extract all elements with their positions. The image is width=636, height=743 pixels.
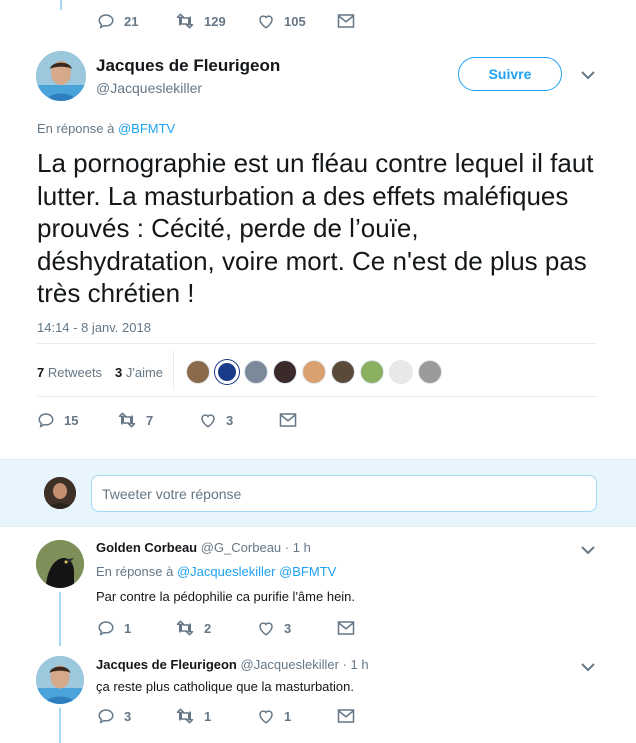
reply-author-handle[interactable]: @Jacqueslekiller bbox=[241, 657, 339, 672]
retweet-icon bbox=[176, 13, 194, 29]
like-button[interactable]: 3 bbox=[199, 411, 233, 429]
liker-avatars bbox=[186, 360, 447, 384]
thread-connector bbox=[59, 592, 61, 646]
reply-header: Jacques de Fleurigeon @Jacqueslekiller ·… bbox=[96, 657, 369, 672]
divider bbox=[37, 343, 597, 344]
retweet-count: 2 bbox=[204, 620, 212, 636]
tweet-text: La pornographie est un fléau contre lequ… bbox=[37, 148, 594, 308]
reply-button[interactable]: 3 bbox=[97, 707, 131, 725]
like-count: 1 bbox=[284, 708, 292, 724]
retweet-count: 7 bbox=[146, 412, 154, 428]
thread-connector bbox=[59, 708, 61, 743]
retweet-button[interactable]: 1 bbox=[175, 707, 211, 725]
dm-button[interactable] bbox=[337, 13, 355, 29]
likes-stat[interactable]: 3 J'aime bbox=[115, 365, 163, 380]
retweet-icon bbox=[176, 620, 194, 636]
heart-icon bbox=[259, 710, 273, 724]
chevron-down-icon[interactable] bbox=[580, 660, 596, 678]
reply-icon bbox=[38, 413, 54, 428]
reply-author-avatar[interactable] bbox=[36, 540, 84, 588]
dm-button[interactable] bbox=[337, 708, 355, 724]
reply-author-name[interactable]: Golden Corbeau bbox=[96, 540, 197, 555]
reply-count: 15 bbox=[64, 412, 79, 428]
reply-to-link[interactable]: @BFMTV bbox=[279, 564, 336, 579]
likes-stat-count: 3 bbox=[115, 365, 123, 380]
likes-stat-label: J'aime bbox=[125, 365, 164, 380]
reply-header: Golden Corbeau @G_Corbeau · 1 h bbox=[96, 540, 311, 555]
reply-input[interactable]: Tweeter votre réponse bbox=[91, 475, 597, 512]
envelope-icon bbox=[279, 413, 297, 427]
reply-text: Par contre la pédophilie ca purifie l'âm… bbox=[96, 589, 356, 604]
retweet-icon bbox=[118, 412, 136, 428]
heart-icon bbox=[259, 622, 273, 636]
heart-icon bbox=[259, 15, 273, 29]
liker-avatar[interactable] bbox=[418, 360, 442, 384]
thread-connector bbox=[60, 0, 62, 10]
retweet-count: 129 bbox=[204, 13, 226, 29]
reply-count: 3 bbox=[124, 708, 132, 724]
like-button[interactable]: 105 bbox=[257, 12, 306, 30]
retweet-button[interactable]: 7 bbox=[117, 411, 153, 429]
reply-author-avatar[interactable] bbox=[36, 656, 84, 704]
reply-icon bbox=[98, 14, 114, 29]
reply-time[interactable]: · 1 h bbox=[343, 657, 369, 672]
like-button[interactable]: 1 bbox=[257, 707, 291, 725]
envelope-icon bbox=[337, 621, 355, 635]
reply-prefix: En réponse à bbox=[96, 564, 174, 579]
liker-avatar[interactable] bbox=[389, 360, 413, 384]
heart-icon bbox=[201, 414, 215, 428]
envelope-icon bbox=[337, 709, 355, 723]
like-count: 3 bbox=[284, 620, 292, 636]
envelope-icon bbox=[337, 14, 355, 28]
reply-to-link[interactable]: @Jacqueslekiller bbox=[177, 564, 275, 579]
reply-composer: Tweeter votre réponse bbox=[0, 459, 636, 527]
like-count: 3 bbox=[226, 412, 234, 428]
retweet-icon bbox=[176, 708, 194, 724]
reply-input-placeholder: Tweeter votre réponse bbox=[102, 486, 242, 502]
retweets-stat[interactable]: 7 Retweets bbox=[37, 365, 102, 380]
author-name[interactable]: Jacques de Fleurigeon bbox=[96, 56, 280, 76]
liker-avatar[interactable] bbox=[244, 360, 268, 384]
current-user-avatar[interactable] bbox=[44, 477, 76, 509]
retweet-button[interactable]: 129 bbox=[175, 12, 226, 30]
stats-separator bbox=[173, 350, 174, 390]
reply-icon bbox=[98, 709, 114, 724]
like-button[interactable]: 3 bbox=[257, 619, 291, 637]
dm-button[interactable] bbox=[337, 620, 355, 636]
reply-icon bbox=[98, 621, 114, 636]
reply-prefix: En réponse à bbox=[37, 121, 115, 136]
follow-button[interactable]: Suivre bbox=[458, 57, 562, 91]
reply-button[interactable]: 21 bbox=[97, 12, 138, 30]
liker-avatar[interactable] bbox=[302, 360, 326, 384]
reply-count: 1 bbox=[124, 620, 132, 636]
reply-context: En réponse à @BFMTV bbox=[37, 121, 175, 136]
liker-avatar[interactable] bbox=[215, 360, 239, 384]
follow-label: Suivre bbox=[488, 66, 532, 82]
author-handle[interactable]: @Jacqueslekiller bbox=[96, 80, 202, 96]
reply-button[interactable]: 1 bbox=[97, 619, 131, 637]
reply-to-link[interactable]: @BFMTV bbox=[118, 121, 175, 136]
chevron-down-icon[interactable] bbox=[580, 543, 596, 561]
reply-text: ça reste plus catholique que la masturba… bbox=[96, 679, 354, 694]
reply-author-name[interactable]: Jacques de Fleurigeon bbox=[96, 657, 237, 672]
reply-time[interactable]: · 1 h bbox=[285, 540, 311, 555]
liker-avatar[interactable] bbox=[331, 360, 355, 384]
liker-avatar[interactable] bbox=[273, 360, 297, 384]
divider bbox=[37, 396, 597, 397]
reply-author-handle[interactable]: @G_Corbeau bbox=[201, 540, 281, 555]
reply-button[interactable]: 15 bbox=[37, 411, 78, 429]
author-avatar[interactable] bbox=[36, 51, 86, 101]
reply-count: 21 bbox=[124, 13, 139, 29]
dm-button[interactable] bbox=[279, 412, 297, 428]
retweets-stat-label: Retweets bbox=[47, 365, 103, 380]
liker-avatar[interactable] bbox=[360, 360, 384, 384]
retweet-button[interactable]: 2 bbox=[175, 619, 211, 637]
like-count: 105 bbox=[284, 13, 306, 29]
chevron-down-icon[interactable] bbox=[580, 68, 596, 86]
retweets-stat-count: 7 bbox=[37, 365, 45, 380]
liker-avatar[interactable] bbox=[186, 360, 210, 384]
retweet-count: 1 bbox=[204, 708, 212, 724]
reply-context: En réponse à @Jacqueslekiller @BFMTV bbox=[96, 564, 336, 579]
tweet-timestamp[interactable]: 14:14 - 8 janv. 2018 bbox=[37, 320, 151, 335]
